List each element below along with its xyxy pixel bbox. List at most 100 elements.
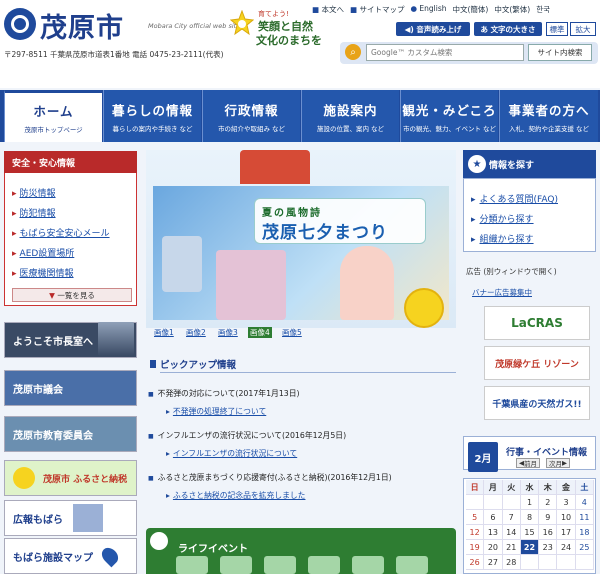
calendar-day[interactable]: 6 — [484, 510, 503, 525]
calendar-day[interactable]: 21 — [502, 540, 521, 555]
calendar-day[interactable]: 13 — [484, 525, 503, 540]
hero-tab-5[interactable]: 画像5 — [282, 327, 302, 338]
calendar-day[interactable]: 27 — [484, 555, 503, 570]
magazine-thumbnail — [73, 504, 103, 532]
top-link-korean[interactable]: 한국 — [536, 4, 550, 15]
pickup-link-1[interactable]: 不発弾の処理終了について — [166, 406, 266, 417]
safety-more-button[interactable]: ▼ 一覧を見る — [12, 288, 132, 302]
hero-tab-1[interactable]: 画像1 — [154, 327, 174, 338]
top-link-english[interactable]: ● English — [410, 4, 446, 15]
calendar-day[interactable]: 22 — [520, 540, 540, 555]
calendar-day[interactable]: 9 — [539, 510, 558, 525]
banner-facility-map[interactable]: もばら施設マップ — [4, 538, 137, 574]
nav-facilities[interactable]: 施設案内 施設の位置、案内 など — [301, 90, 399, 142]
calendar-day[interactable]: 4 — [575, 495, 594, 510]
life-event-senior-icon[interactable] — [396, 556, 428, 574]
ad-lacras[interactable]: LaCRAS — [484, 306, 590, 340]
calendar-day[interactable]: 12 — [466, 525, 485, 540]
map-pin-icon — [98, 544, 122, 568]
calendar-day[interactable]: 17 — [557, 525, 576, 540]
calendar-day[interactable]: 16 — [539, 525, 558, 540]
house-icon: ■ — [312, 5, 320, 14]
nav-business[interactable]: 事業者の方へ 入札、契約や企業支援 など — [499, 90, 598, 142]
calendar-day[interactable]: 7 — [502, 510, 521, 525]
calendar-day[interactable]: 5 — [466, 510, 485, 525]
calendar-next-button[interactable]: 次月 ▶ — [546, 458, 570, 468]
ad-midorigaoka[interactable]: 茂原緑ケ丘 リゾーン — [484, 346, 590, 380]
life-event-family-icon[interactable] — [308, 556, 340, 574]
calendar-day — [466, 495, 485, 510]
nav-home[interactable]: ホーム 茂原市トップページ — [4, 90, 102, 142]
site-logo[interactable]: 茂原市 — [40, 6, 124, 45]
calendar-weekday: 日 — [466, 480, 485, 495]
top-link-main-content[interactable]: ■ 本文へ — [312, 4, 344, 15]
top-link-chinese-simplified[interactable]: 中文(簡体) — [453, 4, 489, 15]
nav-tourism[interactable]: 観光・みどころ 市の観光、魅力、イベント など — [400, 90, 498, 142]
safety-link-mail[interactable]: もばら安全安心メール — [12, 226, 110, 239]
calendar-day[interactable]: 20 — [484, 540, 503, 555]
life-event-baby-icon[interactable] — [176, 556, 208, 574]
calendar-day[interactable]: 11 — [575, 510, 594, 525]
calendar-day[interactable]: 14 — [502, 525, 521, 540]
calendar-weekday: 水 — [520, 480, 540, 495]
life-event-work-icon[interactable] — [352, 556, 384, 574]
calendar-day[interactable]: 19 — [466, 540, 485, 555]
calendar-day[interactable]: 2 — [539, 495, 558, 510]
calendar-day[interactable]: 1 — [520, 495, 540, 510]
calendar-day[interactable]: 25 — [575, 540, 594, 555]
calendar-prev-button[interactable]: ◀ 前月 — [516, 458, 540, 468]
life-event-child-icon[interactable] — [220, 556, 252, 574]
banner-furusato-tax[interactable]: 茂原市 ふるさと納税 — [4, 460, 137, 496]
safety-link-aed[interactable]: AED設置場所 — [12, 246, 75, 259]
site-search-button[interactable]: サイト内検索 — [528, 44, 592, 61]
city-emblem-icon[interactable] — [4, 8, 36, 40]
nav-administration[interactable]: 行政情報 市の紹介や取組み など — [202, 90, 300, 142]
hero-tab-4[interactable]: 画像4 — [248, 327, 272, 338]
text-size-icon: あ — [480, 24, 488, 34]
safety-link-crime[interactable]: 防犯情報 — [12, 206, 56, 219]
pickup-item-3: ふるさと茂原まちづくり応援寄付(ふるさと納税)(2016年12月1日) — [148, 472, 452, 486]
banner-city-council[interactable]: 茂原市議会 — [4, 370, 137, 406]
info-link-organization[interactable]: 組織から探す — [471, 232, 534, 245]
calendar-day — [484, 495, 503, 510]
calendar-day[interactable]: 23 — [539, 540, 558, 555]
pickup-link-2[interactable]: インフルエンザの流行状況について — [166, 448, 297, 459]
safety-link-disaster[interactable]: 防災情報 — [12, 186, 56, 199]
info-link-category[interactable]: 分類から探す — [471, 212, 534, 225]
life-event-school-icon[interactable] — [264, 556, 296, 574]
calendar-day[interactable]: 24 — [557, 540, 576, 555]
text-size-standard-button[interactable]: 標準 — [546, 22, 568, 36]
nav-living[interactable]: 暮らしの情報 暮らしの案内や手続き など — [103, 90, 201, 142]
ad-recruit-link[interactable]: バナー広告募集中 — [472, 287, 532, 298]
calendar-day — [575, 555, 594, 570]
pickup-link-3[interactable]: ふるさと納税の記念品を拡充しました — [166, 490, 306, 501]
calendar-title: 行事・イベント情報 — [506, 448, 588, 458]
calendar-day — [539, 555, 558, 570]
hero-float-decoration — [162, 236, 202, 292]
triangle-down-icon: ▼ — [49, 290, 55, 300]
ad-natural-gas[interactable]: 千葉県産の天然ガス!! — [484, 386, 590, 420]
top-link-chinese-traditional[interactable]: 中文(繁体) — [494, 4, 530, 15]
voice-reader-button[interactable]: ◀) 音声読み上げ — [396, 22, 470, 36]
banner-koho-mobara[interactable]: 広報もばら — [4, 500, 137, 536]
banner-board-of-education[interactable]: 茂原市教育委員会 — [4, 416, 137, 452]
calendar-day[interactable]: 8 — [520, 510, 540, 525]
info-link-faq[interactable]: よくある質問(FAQ) — [471, 192, 558, 205]
calendar-week-row: 5 6 7 8 9 10 11 — [466, 510, 594, 525]
calendar-day[interactable]: 28 — [502, 555, 521, 570]
safety-link-medical[interactable]: 医療機関情報 — [12, 266, 74, 279]
text-size-large-button[interactable]: 拡大 — [570, 22, 596, 36]
top-link-sitemap[interactable]: ■ サイトマップ — [350, 4, 404, 15]
calendar-day[interactable]: 3 — [557, 495, 576, 510]
calendar-weekday-row: 日月火水木金土 — [466, 480, 594, 495]
calendar-day[interactable]: 18 — [575, 525, 594, 540]
city-address: 〒297-8511 千葉県茂原市道表1番地 電話 0475-23-2111(代表… — [4, 50, 224, 59]
calendar-weekday: 火 — [502, 480, 521, 495]
calendar-day[interactable]: 10 — [557, 510, 576, 525]
calendar-day[interactable]: 26 — [466, 555, 485, 570]
hero-tab-3[interactable]: 画像3 — [218, 327, 238, 338]
calendar-day[interactable]: 15 — [520, 525, 540, 540]
search-input[interactable] — [366, 44, 524, 61]
hero-tab-2[interactable]: 画像2 — [186, 327, 206, 338]
hero-castle-illustration — [240, 150, 310, 184]
